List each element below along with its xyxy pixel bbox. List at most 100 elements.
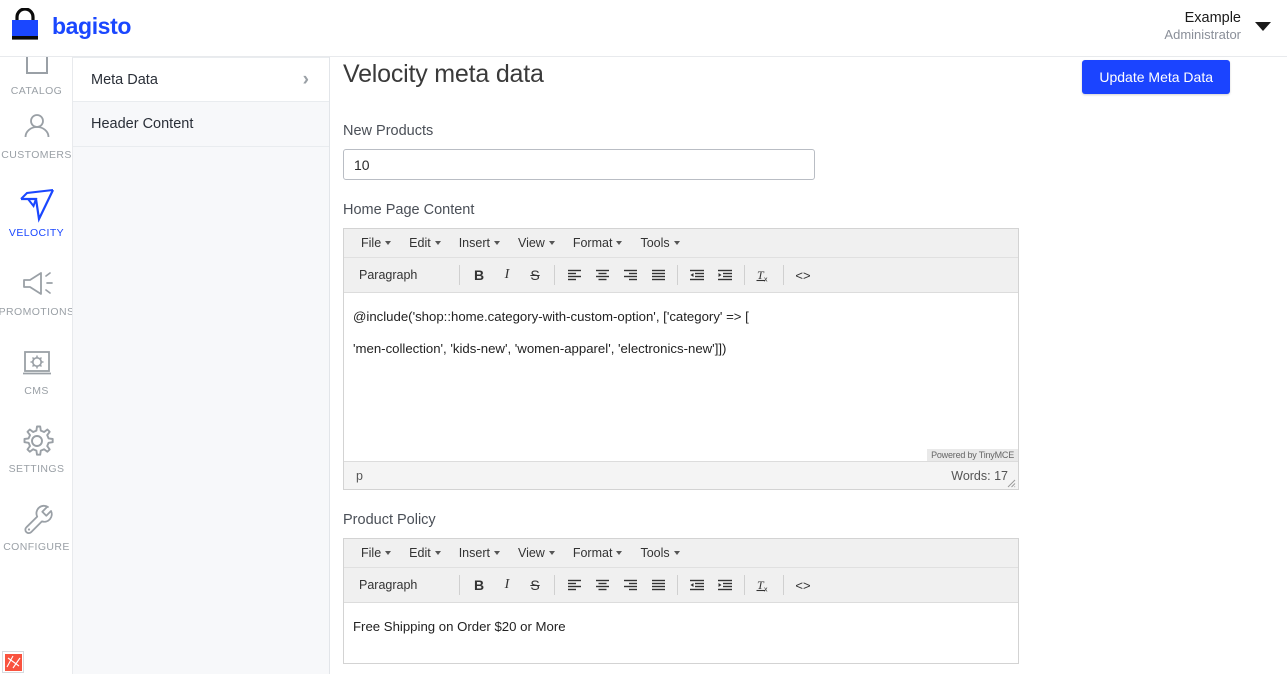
panel-item-meta-data[interactable]: Meta Data ›	[73, 57, 329, 102]
align-justify-icon[interactable]	[644, 572, 672, 598]
menu-edit[interactable]: Edit	[400, 543, 450, 563]
clear-formatting-icon[interactable]: T x	[750, 262, 778, 288]
element-path[interactable]: p	[356, 469, 363, 483]
sidebar-item-catalog[interactable]: Catalog	[0, 57, 72, 97]
italic-icon[interactable]: I	[493, 572, 521, 598]
update-meta-data-button[interactable]: Update Meta Data	[1082, 60, 1230, 94]
align-left-icon[interactable]	[560, 262, 588, 288]
field-label-product-policy: Product Policy	[343, 512, 436, 528]
menu-tools[interactable]: Tools	[631, 543, 688, 563]
outdent-icon[interactable]	[683, 572, 711, 598]
top-header-bar: bagisto Example Administrator	[0, 0, 1287, 57]
menu-tools-label: Tools	[640, 546, 670, 560]
strikethrough-icon[interactable]: S	[521, 572, 549, 598]
menu-format-label: Format	[572, 236, 613, 250]
toolbar-divider	[677, 575, 678, 595]
sidebar-label-catalog: Catalog	[10, 85, 63, 97]
customers-icon	[20, 107, 54, 147]
block-format-value: Paragraph	[359, 268, 418, 282]
sidebar-item-cms[interactable]: CMS	[0, 343, 72, 397]
toolbar-divider	[459, 265, 460, 285]
menu-format[interactable]: Format	[564, 543, 632, 563]
menu-view[interactable]: View	[509, 233, 564, 253]
field-new-products: New Products	[343, 123, 1043, 180]
brand-name: bagisto	[52, 12, 131, 39]
indent-icon[interactable]	[711, 262, 739, 288]
chevron-down-icon[interactable]	[1255, 21, 1271, 31]
meta-data-form: New Products Home Page Content File Edit…	[343, 123, 1043, 674]
align-right-icon[interactable]	[616, 262, 644, 288]
sidebar-item-settings[interactable]: Settings	[0, 421, 72, 475]
new-products-input[interactable]	[343, 149, 815, 180]
outdent-icon[interactable]	[683, 262, 711, 288]
bold-icon[interactable]: B	[465, 262, 493, 288]
align-center-icon[interactable]	[588, 262, 616, 288]
resize-handle[interactable]	[1007, 479, 1016, 488]
caret-down-icon	[548, 241, 555, 245]
page-title: Velocity meta data	[343, 60, 544, 88]
sidebar-item-velocity[interactable]: Velocity	[0, 185, 72, 239]
toolbar-divider	[744, 265, 745, 285]
menu-view-label: View	[517, 546, 545, 560]
panel-item-header-content[interactable]: Header Content	[73, 102, 329, 147]
sidebar-label-customers: Customers	[1, 149, 72, 161]
editor-line: Free Shipping on Order $20 or More	[353, 619, 566, 634]
editor-toolbar: Paragraph B I S T x <>	[344, 568, 1018, 603]
toolbar-divider	[783, 265, 784, 285]
source-code-icon[interactable]: <>	[789, 262, 817, 288]
catalog-icon	[21, 57, 53, 83]
menu-insert[interactable]: Insert	[450, 543, 509, 563]
indent-icon[interactable]	[711, 572, 739, 598]
account-menu[interactable]: Example Administrator	[1164, 9, 1271, 43]
clear-formatting-icon[interactable]: T x	[750, 572, 778, 598]
italic-icon[interactable]: I	[493, 262, 521, 288]
laravel-debugbar-icon[interactable]	[2, 651, 24, 673]
main-content: Velocity meta data Update Meta Data New …	[330, 57, 1287, 674]
menu-file[interactable]: File	[352, 233, 400, 253]
tinymce-branding[interactable]: Powered by TinyMCE	[927, 449, 1018, 461]
caret-down-icon	[616, 551, 623, 555]
field-product-policy: Product Policy File Edit Insert View For…	[343, 512, 1043, 664]
menu-file[interactable]: File	[352, 543, 400, 563]
velocity-icon	[17, 185, 57, 225]
menu-insert-label: Insert	[458, 236, 490, 250]
panel-item-label: Meta Data	[91, 71, 158, 88]
brand-logo[interactable]: bagisto	[8, 8, 131, 44]
caret-down-icon	[493, 241, 500, 245]
editor-content-area[interactable]: Free Shipping on Order $20 or More	[344, 603, 1018, 663]
block-format-select[interactable]: Paragraph	[350, 573, 454, 598]
align-justify-icon[interactable]	[644, 262, 672, 288]
menu-tools[interactable]: Tools	[631, 233, 688, 253]
source-code-icon[interactable]: <>	[789, 572, 817, 598]
gear-icon	[18, 421, 56, 461]
sidebar-item-promotions[interactable]: Promotions	[0, 264, 72, 318]
menu-insert[interactable]: Insert	[450, 233, 509, 253]
menu-view-label: View	[517, 236, 545, 250]
menu-insert-label: Insert	[458, 546, 490, 560]
sidebar-item-configure[interactable]: Configure	[0, 499, 72, 553]
panel-item-label: Header Content	[91, 116, 194, 132]
bold-icon[interactable]: B	[465, 572, 493, 598]
promotions-icon	[19, 264, 55, 304]
main-sidebar: Catalog Customers Velocity Promo	[0, 57, 73, 674]
sidebar-item-customers[interactable]: Customers	[0, 107, 72, 161]
menu-edit[interactable]: Edit	[400, 233, 450, 253]
caret-down-icon	[673, 241, 680, 245]
chevron-right-icon: ›	[302, 69, 309, 90]
account-name: Example	[1184, 10, 1241, 26]
strikethrough-icon[interactable]: S	[521, 262, 549, 288]
block-format-select[interactable]: Paragraph	[350, 263, 454, 288]
menu-edit-label: Edit	[409, 546, 431, 560]
editor-content-area[interactable]: @include('shop::home.category-with-custo…	[344, 293, 1018, 461]
editor-line: 'men-collection', 'kids-new', 'women-app…	[353, 341, 727, 357]
cms-icon	[19, 343, 55, 383]
menu-file-label: File	[361, 236, 382, 250]
align-center-icon[interactable]	[588, 572, 616, 598]
menu-view[interactable]: View	[509, 543, 564, 563]
account-role: Administrator	[1164, 27, 1241, 43]
home-page-content-editor: File Edit Insert View Format Tools Parag…	[343, 228, 1019, 490]
menu-format[interactable]: Format	[564, 233, 632, 253]
caret-down-icon	[434, 241, 441, 245]
align-right-icon[interactable]	[616, 572, 644, 598]
align-left-icon[interactable]	[560, 572, 588, 598]
